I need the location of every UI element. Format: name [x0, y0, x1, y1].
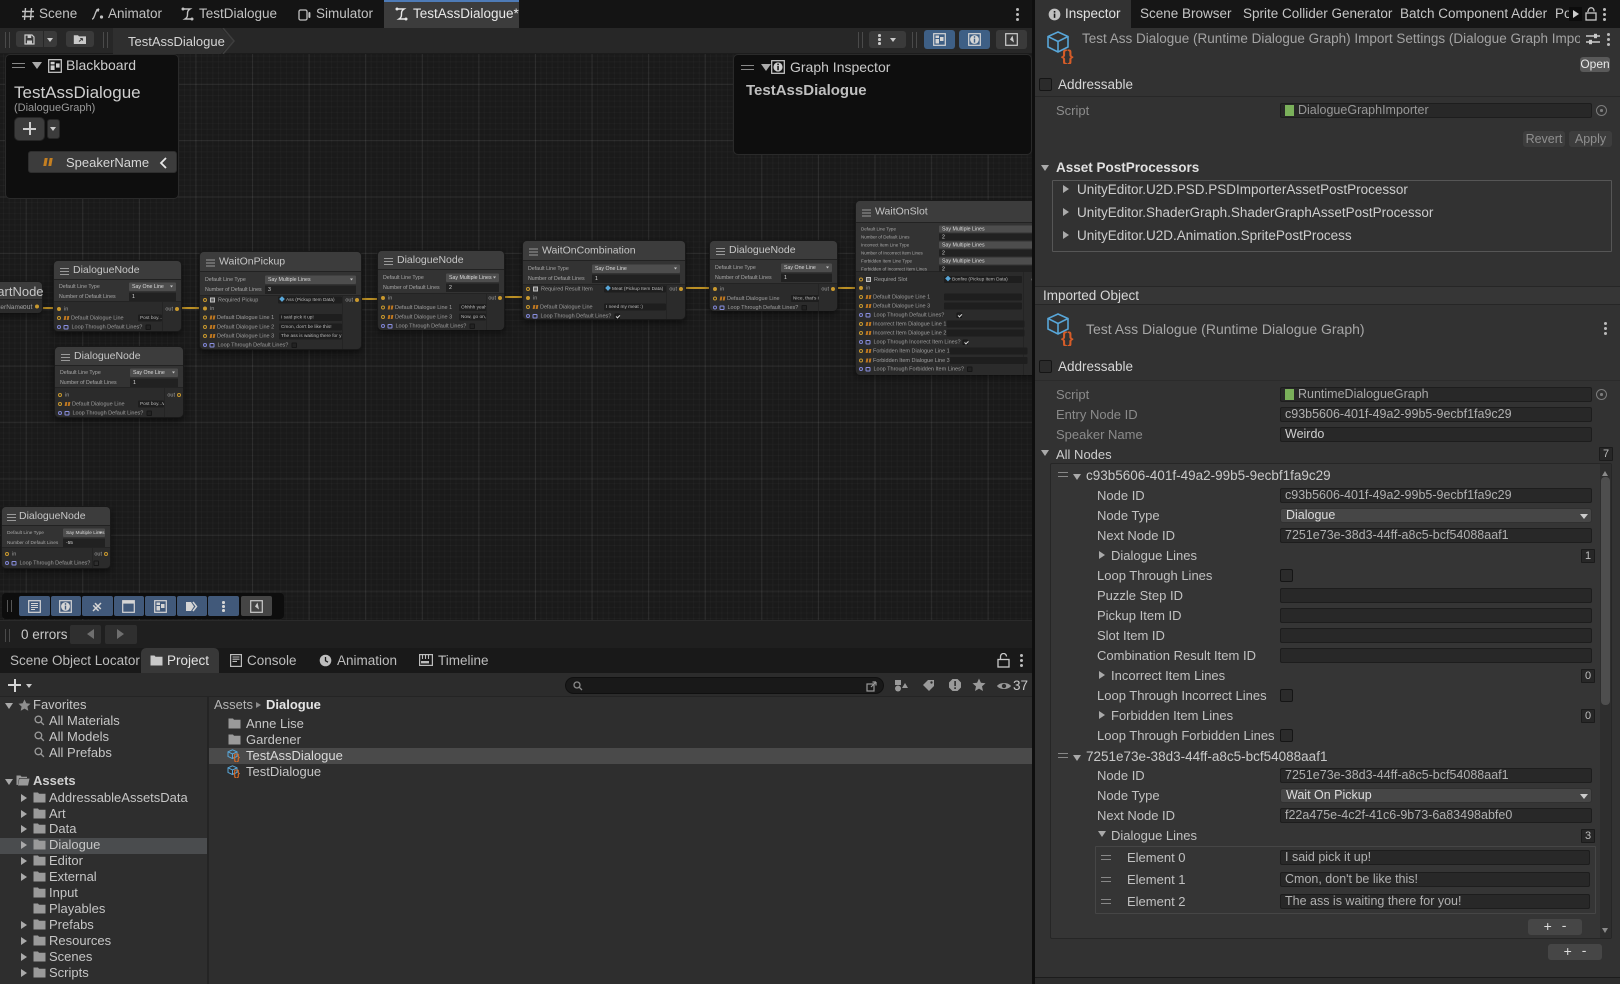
svg-text:{}: {}: [1061, 330, 1073, 346]
svg-text:{}: {}: [1061, 48, 1073, 64]
